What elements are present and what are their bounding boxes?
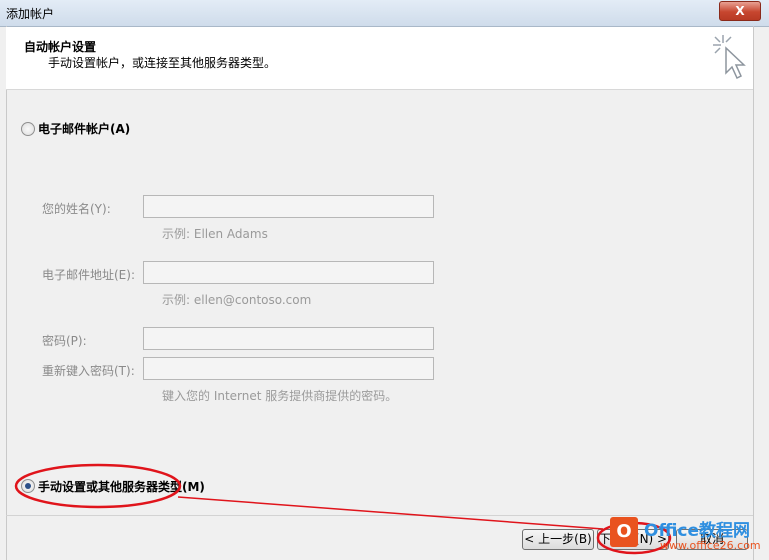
annotation-overlay [14,463,672,555]
watermark-title: Office教程网 [644,521,751,541]
watermark: O Office教程网 www.office26.com [600,513,769,560]
office-logo-icon: O [610,517,638,547]
annotation-line [177,496,604,530]
annotation-circle-manual [14,463,182,509]
watermark-url: www.office26.com [660,539,761,552]
